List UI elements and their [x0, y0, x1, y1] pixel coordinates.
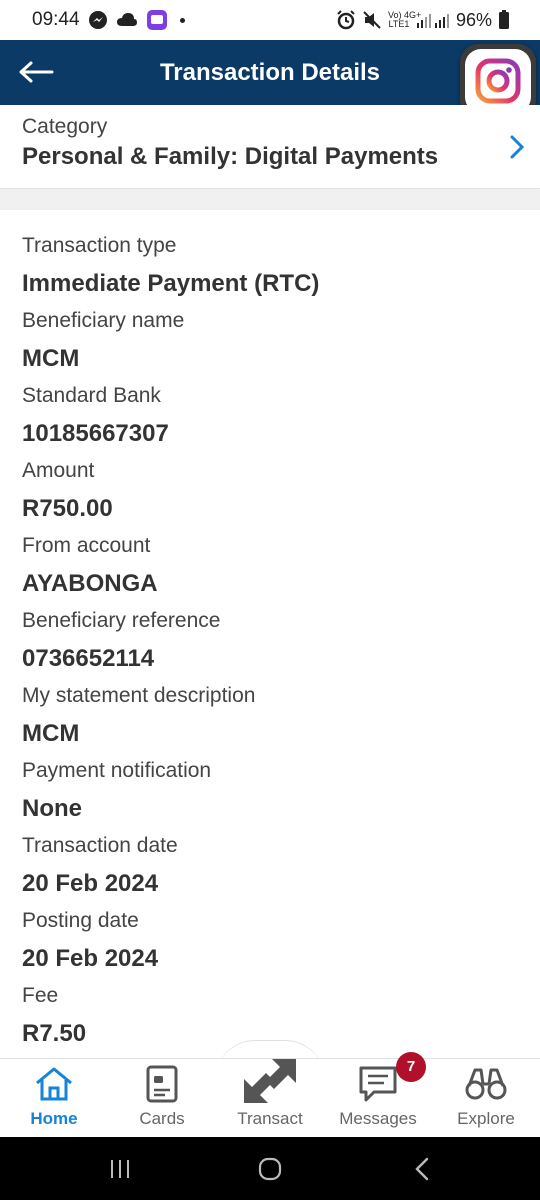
- bottom-navigation: Home Cards Transact Messages Explore: [0, 1058, 540, 1137]
- detail-row-transaction-type: Transaction type Immediate Payment (RTC): [0, 232, 540, 307]
- detail-label: Beneficiary name: [22, 309, 185, 332]
- detail-value: Immediate Payment (RTC): [22, 270, 320, 297]
- detail-label: Fee: [22, 984, 59, 1007]
- detail-label: Amount: [22, 459, 95, 482]
- nav-label: Explore: [457, 1109, 515, 1128]
- detail-value: 20 Feb 2024: [22, 945, 159, 972]
- back-arrow-icon: [19, 61, 54, 83]
- chevron-left-icon: [415, 1157, 429, 1180]
- detail-row-payment-notification: Payment notification None: [0, 757, 540, 832]
- messenger-icon: [88, 10, 108, 30]
- recent-apps-icon: [111, 1159, 129, 1178]
- category-value: Personal & Family: Digital Payments: [22, 143, 439, 170]
- app-header: Transaction Details: [0, 40, 540, 105]
- nav-label: Home: [30, 1109, 78, 1128]
- category-row[interactable]: Category Personal & Family: Digital Paym…: [0, 105, 540, 189]
- transaction-details-list: Transaction type Immediate Payment (RTC)…: [0, 210, 540, 1058]
- detail-label: Payment notification: [22, 759, 212, 782]
- chevron-right-icon: [508, 133, 526, 166]
- notification-dot: [179, 17, 185, 23]
- detail-value: 20 Feb 2024: [22, 870, 159, 897]
- detail-value: AYABONGA: [22, 570, 158, 597]
- category-label: Category: [22, 115, 108, 138]
- instagram-icon: [475, 58, 521, 104]
- status-bar: 09:44 Vo) 4G+ LTE1 96%: [0, 0, 540, 40]
- detail-label: Standard Bank: [22, 384, 161, 407]
- home-system-button[interactable]: [230, 1137, 310, 1200]
- detail-row-beneficiary-name: Beneficiary name MCM: [0, 307, 540, 382]
- detail-row-bank-account: Standard Bank 10185667307: [0, 382, 540, 457]
- status-time: 09:44: [32, 9, 80, 30]
- home-icon: [0, 1063, 108, 1105]
- back-button[interactable]: [14, 52, 58, 92]
- signal-icon: [416, 11, 450, 29]
- detail-label: From account: [22, 534, 151, 557]
- detail-value: R7.50: [22, 1020, 87, 1047]
- nav-transact[interactable]: Transact: [216, 1059, 324, 1138]
- detail-label: Posting date: [22, 909, 139, 932]
- nav-label: Transact: [237, 1109, 303, 1128]
- binoculars-icon: [432, 1063, 540, 1105]
- detail-row-posting-date: Posting date 20 Feb 2024: [0, 907, 540, 982]
- transact-icon: [216, 1055, 324, 1107]
- network-type-label: Vo) 4G+ LTE1: [387, 10, 422, 29]
- nav-cards[interactable]: Cards: [108, 1059, 216, 1138]
- battery-icon: [498, 10, 510, 30]
- section-divider: [0, 190, 540, 210]
- detail-value: R750.00: [22, 495, 113, 522]
- alarm-icon: [336, 10, 356, 30]
- system-back-button[interactable]: [382, 1137, 462, 1200]
- mute-icon: [362, 10, 382, 30]
- chat-app-icon: [146, 9, 168, 31]
- nav-home[interactable]: Home: [0, 1059, 108, 1138]
- nav-explore[interactable]: Explore: [432, 1059, 540, 1138]
- cards-icon: [108, 1063, 216, 1105]
- detail-value: 10185667307: [22, 420, 169, 447]
- detail-value: 0736652114: [22, 645, 155, 672]
- battery-percent: 96%: [455, 9, 492, 30]
- messages-badge: 7: [396, 1052, 426, 1082]
- detail-row-from-account: From account AYABONGA: [0, 532, 540, 607]
- nav-label: Cards: [139, 1109, 185, 1128]
- detail-value: MCM: [22, 345, 80, 372]
- home-circle-icon: [258, 1157, 282, 1180]
- detail-label: My statement description: [22, 684, 256, 707]
- detail-row-amount: Amount R750.00: [0, 457, 540, 532]
- system-navigation-bar: [0, 1137, 540, 1200]
- detail-value: MCM: [22, 720, 80, 747]
- recent-apps-button[interactable]: [80, 1137, 160, 1200]
- detail-label: Transaction type: [22, 234, 177, 257]
- page-title: Transaction Details: [159, 59, 381, 86]
- detail-label: Transaction date: [22, 834, 178, 857]
- detail-row-statement-description: My statement description MCM: [0, 682, 540, 757]
- detail-row-beneficiary-reference: Beneficiary reference 0736652114: [0, 607, 540, 682]
- nav-label: Messages: [339, 1109, 417, 1128]
- detail-value: None: [22, 795, 82, 822]
- cloud-icon: [116, 12, 138, 28]
- detail-row-transaction-date: Transaction date 20 Feb 2024: [0, 832, 540, 907]
- detail-label: Beneficiary reference: [22, 609, 221, 632]
